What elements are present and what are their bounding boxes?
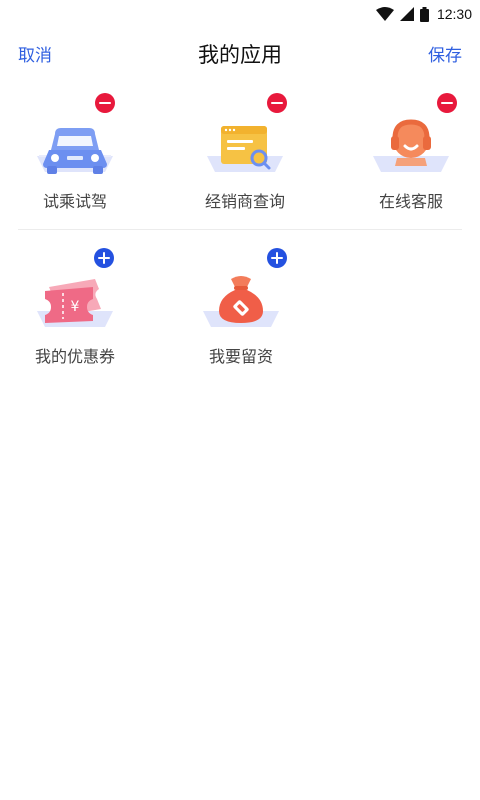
app-label: 经销商查询 xyxy=(204,192,285,211)
save-button[interactable]: 保存 xyxy=(428,41,462,66)
remove-app-button[interactable] xyxy=(95,93,115,113)
status-bar: 12:30 xyxy=(0,0,480,28)
app-label: 在线客服 xyxy=(378,192,443,211)
app-my-coupons[interactable]: ¥ 我的优惠券 xyxy=(0,245,150,375)
dealer-search-icon xyxy=(195,110,295,180)
app-leave-info[interactable]: 我要留资 xyxy=(166,245,316,375)
my-apps-grid: 试乘试驾 经销商查询 在线客服 xyxy=(0,90,480,230)
battery-icon xyxy=(419,6,429,22)
money-bag-icon xyxy=(191,265,291,335)
section-divider xyxy=(18,229,462,230)
cellular-signal-icon xyxy=(399,7,414,21)
remove-app-button[interactable] xyxy=(267,93,287,113)
app-label: 试乘试驾 xyxy=(42,192,107,211)
add-app-button[interactable] xyxy=(267,248,287,268)
remove-app-button[interactable] xyxy=(437,93,457,113)
wifi-icon xyxy=(375,7,394,21)
add-app-button[interactable] xyxy=(94,248,114,268)
app-label: 我的优惠券 xyxy=(34,347,115,366)
header: 取消 我的应用 保存 xyxy=(0,28,480,78)
app-customer-service[interactable]: 在线客服 xyxy=(336,90,480,220)
svg-text:¥: ¥ xyxy=(71,299,80,315)
app-test-drive[interactable]: 试乘试驾 xyxy=(0,90,150,220)
customer-service-icon xyxy=(361,110,461,180)
page-title: 我的应用 xyxy=(198,43,282,67)
coupon-icon: ¥ xyxy=(25,265,125,335)
status-time: 12:30 xyxy=(436,6,472,22)
car-icon xyxy=(25,110,125,180)
more-apps-grid: ¥ 我的优惠券 我要留资 xyxy=(0,245,480,385)
app-label: 我要留资 xyxy=(208,347,273,366)
app-dealer-search[interactable]: 经销商查询 xyxy=(170,90,320,220)
